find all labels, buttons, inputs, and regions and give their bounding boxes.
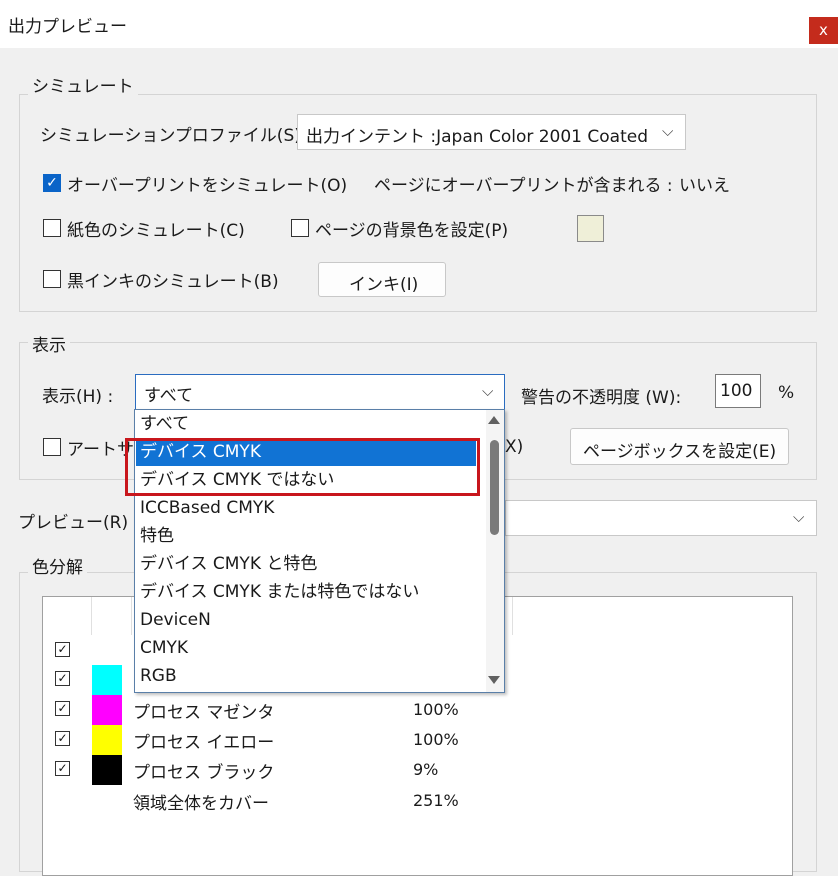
scroll-up-icon[interactable] xyxy=(488,416,500,424)
color-swatch xyxy=(92,725,122,755)
column-separator xyxy=(91,597,92,635)
warning-opacity-input[interactable]: 100 xyxy=(715,374,761,408)
set-page-box-button[interactable]: ページボックスを設定(E) xyxy=(570,428,789,465)
paper-color-label: 紙色のシミュレート(C) xyxy=(67,221,245,241)
paper-color-checkbox[interactable] xyxy=(43,219,61,237)
separation-checkbox[interactable]: ✓ xyxy=(55,761,70,776)
black-ink-label: 黒インキのシミュレート(B) xyxy=(67,272,279,292)
black-ink-checkbox[interactable] xyxy=(43,270,61,288)
dropdown-option[interactable]: DeviceN xyxy=(136,606,476,634)
chevron-down-icon: ⌵ xyxy=(482,382,494,400)
scroll-down-icon[interactable] xyxy=(488,676,500,684)
art-label: アートサ xyxy=(67,440,134,460)
dropdown-option[interactable]: デバイス CMYK または特色ではない xyxy=(136,578,476,606)
bg-color-checkbox[interactable] xyxy=(291,219,309,237)
show-select-value: すべて xyxy=(144,386,194,406)
overprint-info-value: いいえ xyxy=(679,176,730,196)
warning-opacity-label: 警告の不透明度 (W): xyxy=(521,388,682,408)
separation-value: 9% xyxy=(413,760,439,779)
show-label: 表示(H) : xyxy=(42,387,114,407)
warning-opacity-value: 100 xyxy=(720,381,753,401)
separation-checkbox[interactable]: ✓ xyxy=(55,701,70,716)
bg-color-label: ページの背景色を設定(P) xyxy=(315,221,509,241)
close-button[interactable]: x xyxy=(809,17,838,44)
overprint-label: オーバープリントをシミュレート(O) xyxy=(67,176,348,196)
separation-value: 251% xyxy=(413,791,459,810)
dropdown-scroll-thumb[interactable] xyxy=(490,440,499,535)
highlight-annotation xyxy=(125,438,480,496)
chevron-down-icon: ⌵ xyxy=(793,508,805,526)
dropdown-option[interactable]: CMYK xyxy=(136,634,476,662)
color-swatch xyxy=(92,755,122,785)
warning-opacity-unit: % xyxy=(778,383,795,403)
color-swatch xyxy=(92,665,122,695)
color-swatch xyxy=(92,695,122,725)
separation-value: 100% xyxy=(413,700,459,719)
chevron-down-icon: ⌵ xyxy=(662,122,674,140)
separation-name: 領域全体をカバー xyxy=(133,794,269,814)
dropdown-option[interactable]: ICCBased CMYK xyxy=(136,494,476,522)
dropdown-option[interactable]: すべて xyxy=(136,410,476,438)
simulate-group-label: シミュレート xyxy=(28,72,138,97)
ink-button[interactable]: インキ(I) xyxy=(318,262,446,297)
show-select[interactable]: すべて ⌵ xyxy=(135,374,505,410)
preview-label: プレビュー(R) : xyxy=(18,513,140,533)
art-checkbox[interactable] xyxy=(43,438,61,456)
simulation-profile-select[interactable]: 出力インテント :Japan Color 2001 Coated ⌵ xyxy=(297,114,686,150)
separation-checkbox[interactable]: ✓ xyxy=(55,731,70,746)
bg-color-swatch[interactable] xyxy=(577,215,604,242)
separation-name: プロセス ブラック xyxy=(133,763,275,783)
dropdown-option[interactable]: デバイス CMYK と特色 xyxy=(136,550,476,578)
set-page-box-label: ページボックスを設定(E) xyxy=(583,442,777,462)
overprint-info-label: ページにオーバープリントが含まれる : xyxy=(374,176,673,196)
separation-checkbox[interactable]: ✓ xyxy=(55,671,70,686)
dropdown-option[interactable]: 特色 xyxy=(136,522,476,550)
simulation-profile-label: シミュレーションプロファイル(S) : xyxy=(40,126,312,146)
dropdown-option[interactable]: RGB xyxy=(136,662,476,690)
separation-value: 100% xyxy=(413,730,459,749)
separation-name: プロセス マゼンタ xyxy=(133,703,275,723)
overprint-checkbox[interactable]: ✓ xyxy=(43,174,61,192)
window-title: 出力プレビュー xyxy=(8,17,127,37)
simulation-profile-value: 出力インテント :Japan Color 2001 Coated xyxy=(306,127,649,147)
preview-select[interactable]: ⌵ xyxy=(505,500,817,536)
ink-button-label: インキ(I) xyxy=(349,275,419,295)
separations-group-label: 色分解 xyxy=(28,553,87,578)
column-separator xyxy=(512,597,513,635)
separation-name: プロセス イエロー xyxy=(133,733,275,753)
separation-checkbox[interactable]: ✓ xyxy=(55,642,70,657)
art-label-tail: X) xyxy=(505,437,524,457)
display-group-label: 表示 xyxy=(28,331,70,356)
column-separator xyxy=(131,597,132,635)
